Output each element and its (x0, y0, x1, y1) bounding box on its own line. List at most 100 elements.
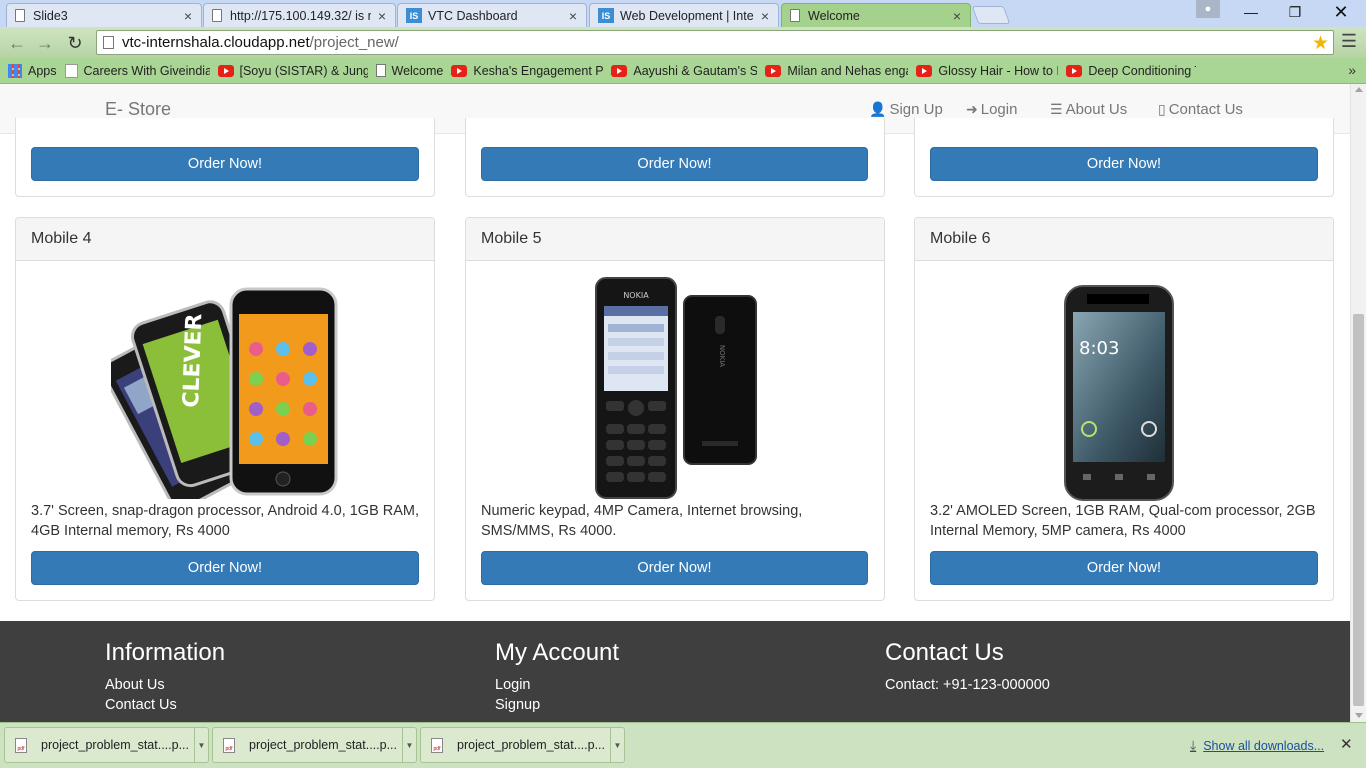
order-now-button[interactable]: Order Now! (930, 551, 1318, 585)
download-filename: project_problem_stat....p... (457, 738, 605, 752)
footer-heading: Contact Us (885, 639, 1004, 666)
order-now-button[interactable]: Order Now! (31, 551, 419, 585)
profile-icon[interactable]: ● (1196, 0, 1220, 18)
giveindia-icon (64, 63, 78, 78)
tab-title: Slide3 (33, 8, 68, 23)
pdf-file-icon: pdf (223, 737, 235, 753)
brand-logo-text: NOKIA (623, 291, 649, 300)
product-panel: Order Now! (465, 118, 885, 197)
browser-tab[interactable]: Slide3 × (6, 3, 202, 27)
product-description: Numeric keypad, 4MP Camera, Internet bro… (481, 503, 803, 539)
bookmark-item[interactable]: Milan and Nehas enga (765, 64, 908, 78)
chevron-right-icon[interactable]: » (1348, 62, 1356, 78)
download-item[interactable]: pdf project_problem_stat....p... ▼ (420, 727, 625, 763)
product-description: 3.2' AMOLED Screen, 1GB RAM, Qual-com pr… (930, 503, 1316, 539)
bookmark-label: Apps (28, 63, 57, 78)
product-panel: Order Now! (914, 118, 1334, 197)
download-item[interactable]: pdf project_problem_stat....p... ▼ (4, 727, 209, 763)
chevron-down-icon[interactable]: ▼ (194, 728, 208, 762)
browser-tab[interactable]: http://175.100.149.32/ is n × (203, 3, 396, 27)
restore-button[interactable]: ❐ (1272, 0, 1318, 24)
order-now-button[interactable]: Order Now! (31, 147, 419, 181)
tab-strip: Slide3 × http://175.100.149.32/ is n × I… (0, 0, 1366, 27)
footer-link-login[interactable]: Login (495, 675, 619, 695)
download-filename: project_problem_stat....p... (249, 738, 397, 752)
nav-label: Sign Up (889, 101, 943, 118)
order-now-button[interactable]: Order Now! (930, 147, 1318, 181)
downloads-bar: pdf project_problem_stat....p... ▼ pdf p… (0, 722, 1366, 768)
tab-title: Web Development | Intern (620, 8, 754, 23)
bookmark-label: Deep Conditioning Tre (1088, 63, 1196, 78)
nav-contact-us[interactable]: ▯ Contact Us (1158, 101, 1243, 118)
youtube-icon (451, 64, 468, 77)
address-bar[interactable]: vtc-internshala.cloudapp.net/project_new… (96, 30, 1334, 55)
bookmark-item[interactable]: Deep Conditioning Tre (1066, 64, 1196, 78)
minimize-button[interactable]: — (1228, 0, 1274, 24)
phone-image: NOKIA NOKIA (595, 277, 757, 499)
close-icon[interactable]: × (181, 8, 195, 24)
bookmark-star-icon[interactable]: ★ (1312, 32, 1329, 55)
close-icon[interactable]: ✕ (1340, 735, 1353, 753)
footer-link-signup[interactable]: Signup (495, 695, 619, 715)
bookmark-item[interactable]: Apps (8, 63, 57, 78)
browser-tab-active[interactable]: Welcome × (781, 3, 971, 27)
tab-title: http://175.100.149.32/ is n (230, 8, 371, 23)
close-icon[interactable]: × (950, 8, 964, 24)
order-now-button[interactable]: Order Now! (481, 551, 868, 585)
window-close-button[interactable]: ✕ (1318, 0, 1364, 24)
bookmarks-bar: Apps Careers With Giveindia [Soyu (SISTA… (0, 58, 1366, 84)
forward-arrow-icon[interactable]: → (34, 32, 56, 54)
browser-tab[interactable]: IS VTC Dashboard × (397, 3, 587, 27)
scroll-up-icon[interactable] (1355, 87, 1363, 92)
youtube-icon (1066, 64, 1083, 77)
bookmark-item[interactable]: Aayushi & Gautam's S (611, 64, 757, 78)
nav-login[interactable]: ➜ Login (966, 101, 1017, 118)
bookmark-item[interactable]: Glossy Hair - How to P (916, 64, 1058, 78)
internshala-icon: IS (598, 8, 614, 23)
bookmark-item[interactable]: Careers With Giveindia (64, 63, 210, 78)
product-panel: Mobile 6 8:03 3.2' AMOLED Screen, 1GB RA… (914, 217, 1334, 601)
new-tab-button[interactable] (971, 6, 1011, 24)
footer-my-account: My Account Login Signup (495, 639, 619, 715)
nav-about-us[interactable]: ☰ About Us (1050, 101, 1127, 118)
scrollbar-thumb[interactable] (1353, 314, 1364, 706)
close-icon[interactable]: × (375, 8, 389, 24)
browser-toolbar: ← → ↻ vtc-internshala.cloudapp.net/proje… (0, 27, 1366, 58)
bookmark-item[interactable]: Kesha's Engagement P (451, 64, 603, 78)
pdf-file-icon: pdf (15, 737, 27, 753)
apps-icon (8, 63, 22, 78)
youtube-icon (611, 64, 628, 77)
show-all-label: Show all downloads... (1203, 738, 1325, 753)
footer-heading: My Account (495, 639, 620, 666)
order-now-button[interactable]: Order Now! (481, 147, 868, 181)
back-arrow-icon[interactable]: ← (6, 32, 28, 54)
footer-link-contact-us[interactable]: Contact Us (105, 695, 225, 715)
show-all-downloads-link[interactable]: ⤓ Show all downloads... (1190, 737, 1324, 754)
youtube-icon (765, 64, 782, 77)
browser-tab[interactable]: IS Web Development | Intern × (589, 3, 779, 27)
product-panel: Mobile 4 CLEVER 3.7' Screen, snap-dragon… (15, 217, 435, 601)
footer-link-about-us[interactable]: About Us (105, 675, 225, 695)
close-icon[interactable]: × (758, 8, 772, 24)
download-item[interactable]: pdf project_problem_stat....p... ▼ (212, 727, 417, 763)
bookmark-item[interactable]: Welcome (375, 63, 444, 78)
page-scrollbar[interactable] (1350, 84, 1366, 722)
bookmark-item[interactable]: [Soyu (SISTAR) & Jung (217, 64, 368, 78)
youtube-icon (916, 64, 933, 77)
chevron-down-icon[interactable]: ▼ (610, 728, 624, 762)
list-icon: ☰ (1050, 101, 1063, 117)
chevron-down-icon[interactable]: ▼ (402, 728, 416, 762)
nav-sign-up[interactable]: 👤 Sign Up (869, 101, 943, 118)
url-path: /project_new/ (309, 34, 399, 51)
page-icon (103, 36, 114, 49)
bookmark-label: Welcome (391, 63, 444, 78)
footer-information: Information About Us Contact Us (105, 639, 225, 715)
scroll-down-icon[interactable] (1355, 713, 1363, 718)
tab-title: Welcome (808, 8, 860, 23)
close-icon[interactable]: × (566, 8, 580, 24)
chrome-menu-icon[interactable]: ☰ (1340, 31, 1358, 53)
download-filename: project_problem_stat....p... (41, 738, 189, 752)
reload-icon[interactable]: ↻ (64, 32, 86, 54)
site-brand[interactable]: E- Store (105, 99, 171, 120)
product-panel: Mobile 5 NOKIA NOKIA Numeric keypad, 4MP… (465, 217, 885, 601)
